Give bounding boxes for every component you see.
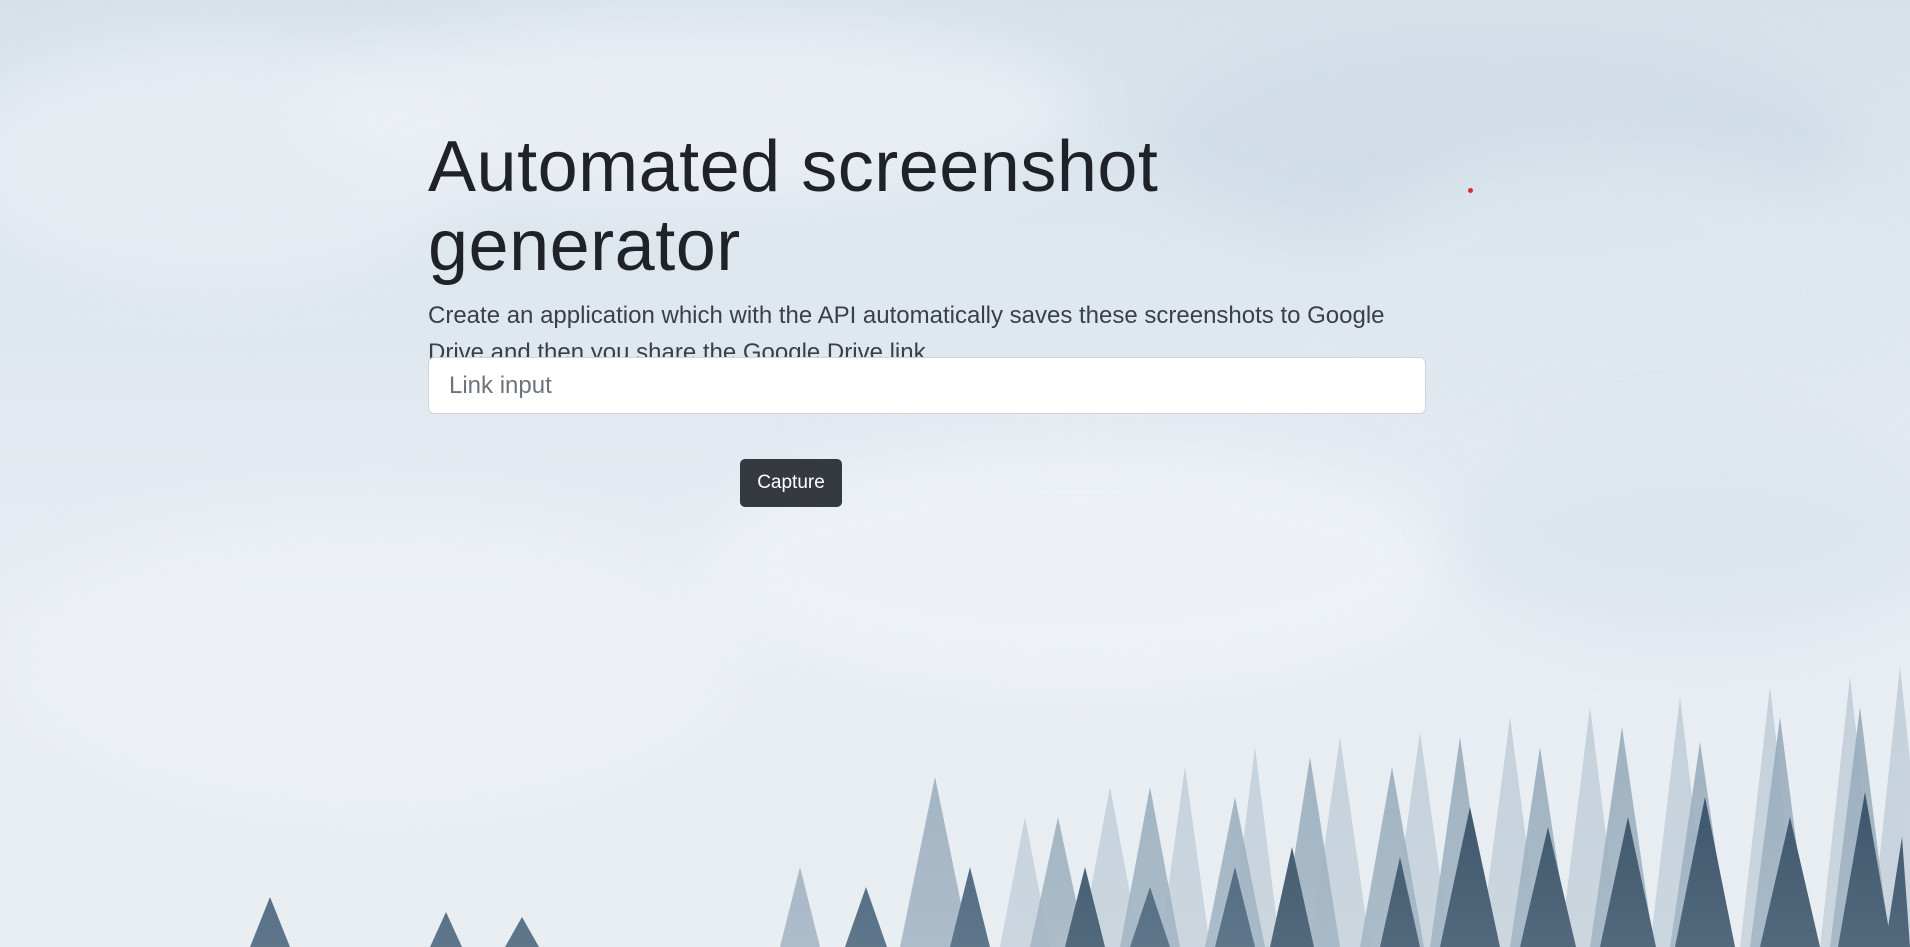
- hero-section: Automated screenshot generator Create an…: [428, 127, 1428, 371]
- page-title: Automated screenshot generator: [428, 127, 1159, 287]
- link-input[interactable]: [428, 357, 1426, 414]
- red-dot-indicator: [1468, 188, 1473, 193]
- page: Automated screenshot generator Create an…: [0, 0, 1910, 947]
- forest-background-icon: [0, 567, 1910, 947]
- cloud-shape: [1350, 150, 1870, 430]
- capture-button[interactable]: Capture: [740, 459, 842, 507]
